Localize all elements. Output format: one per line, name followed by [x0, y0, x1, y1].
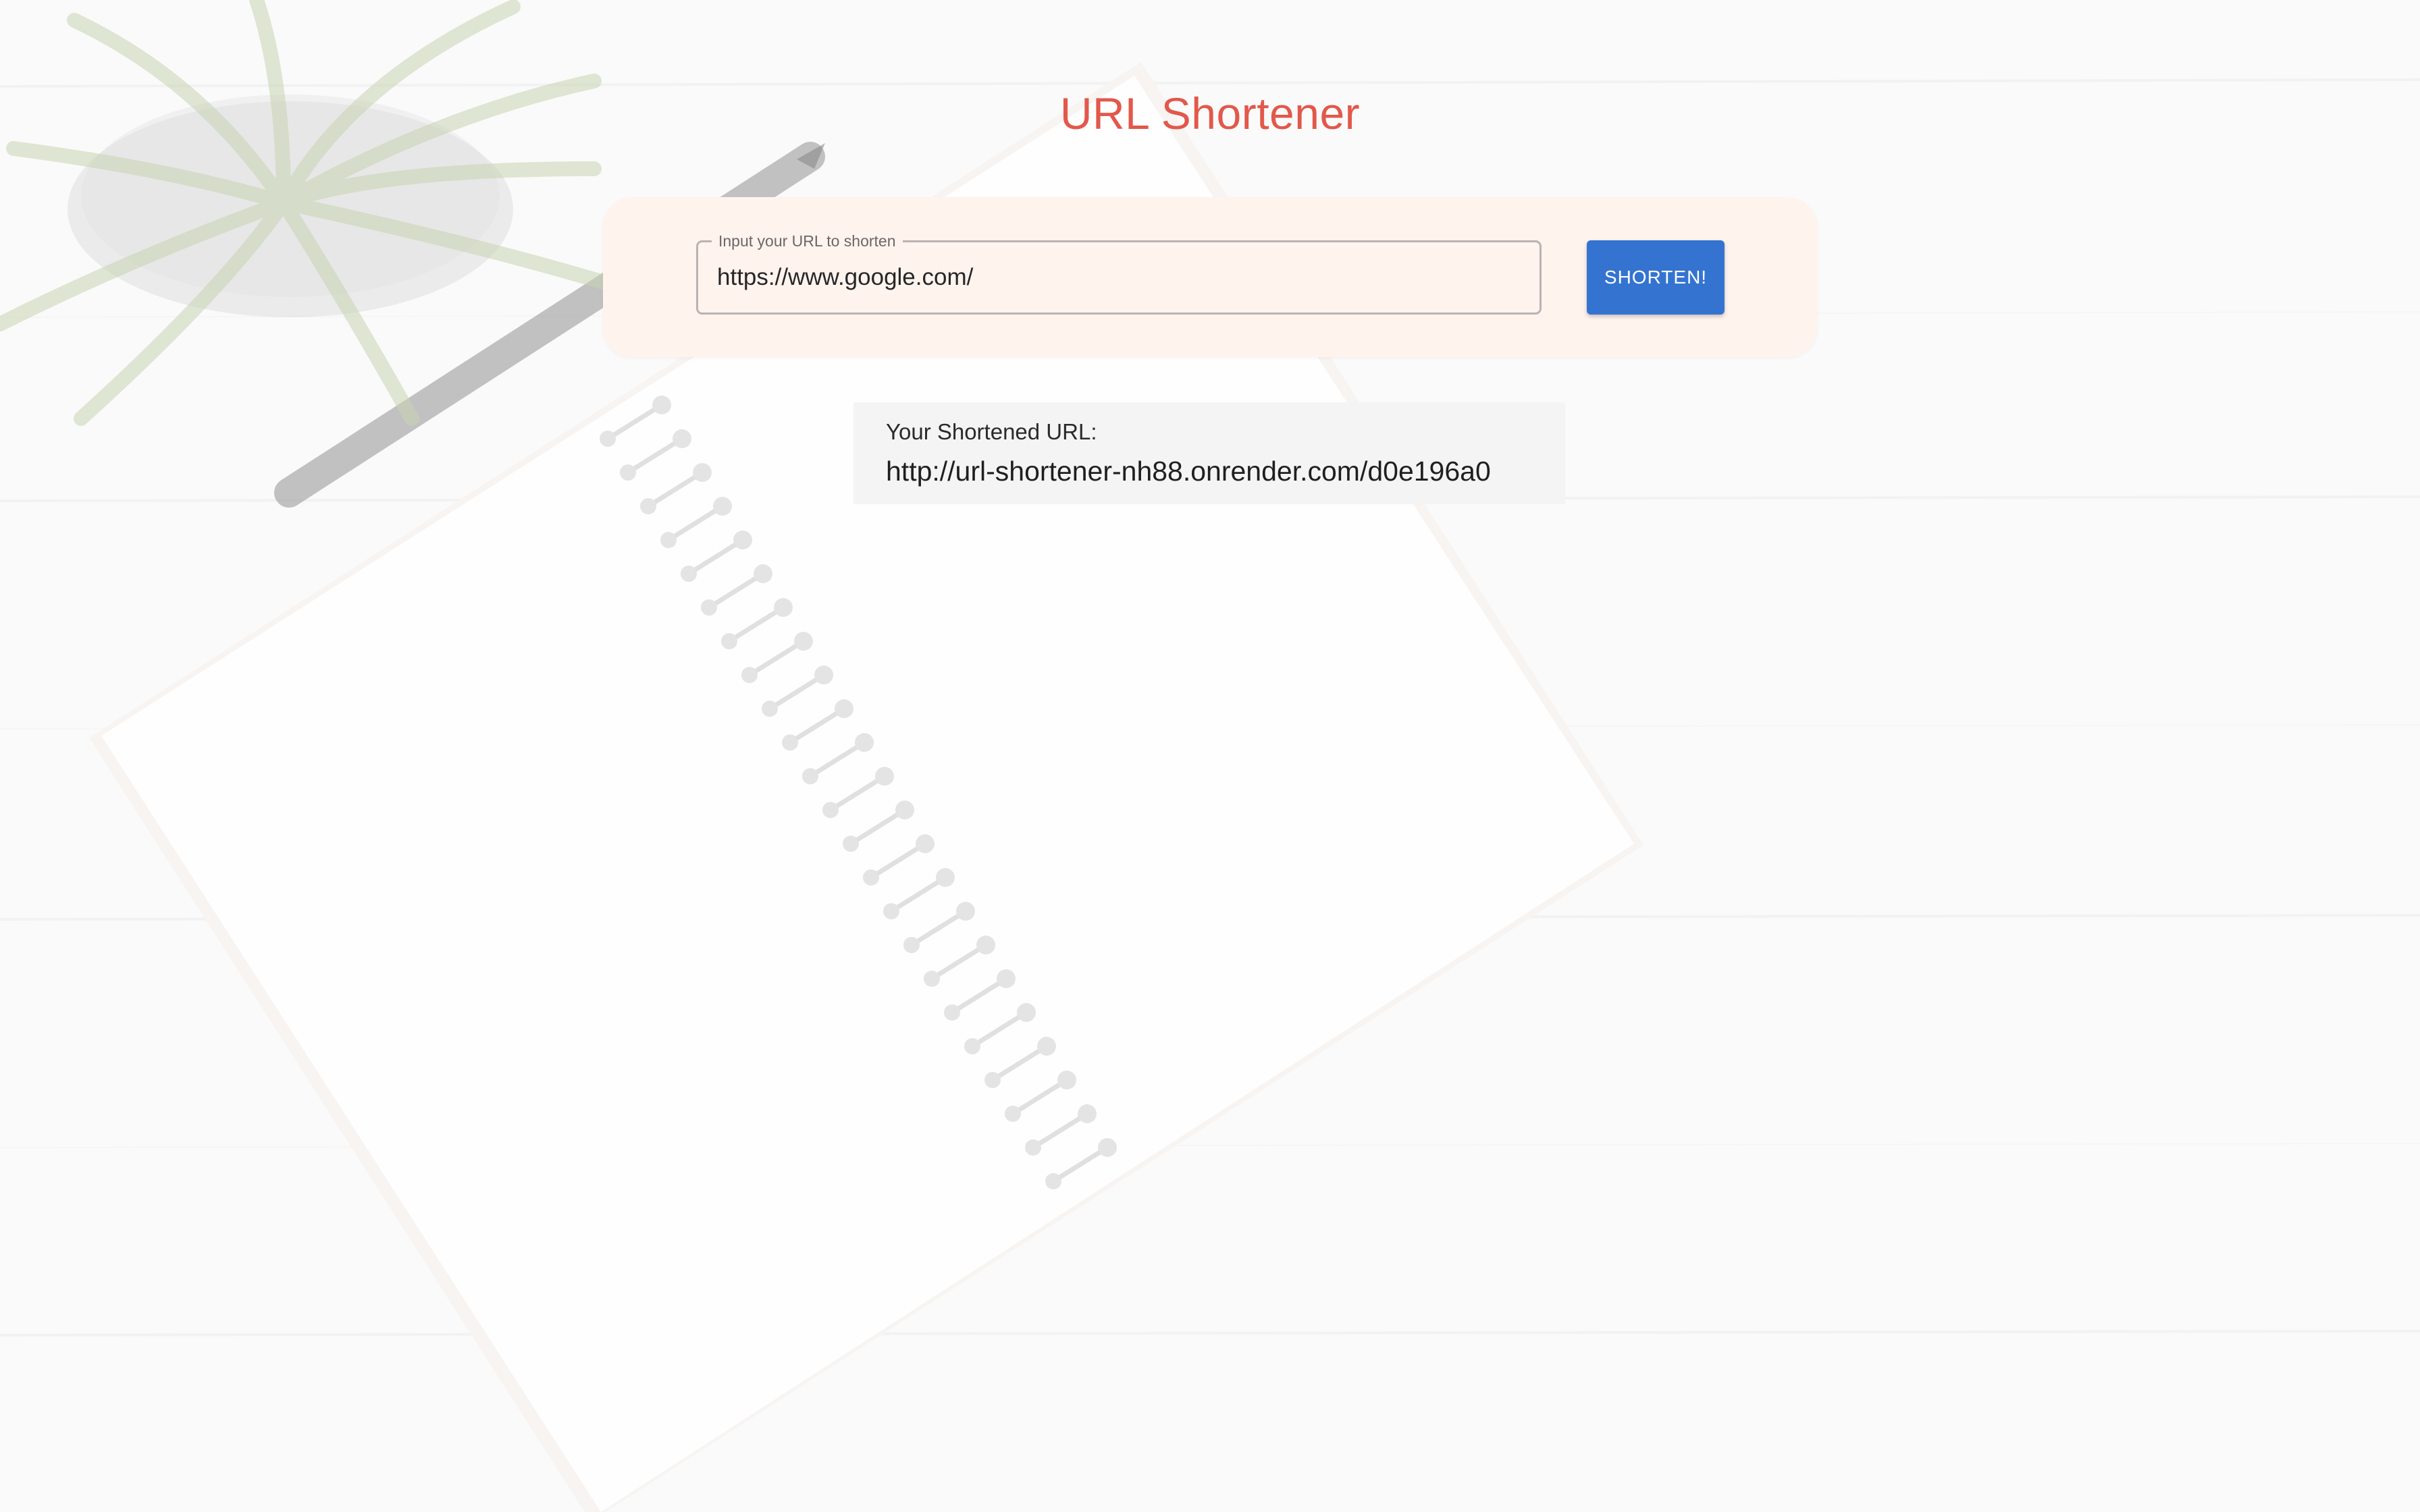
page-title: URL Shortener — [1059, 88, 1361, 138]
url-input-field[interactable]: Input your URL to shorten — [696, 231, 1542, 315]
shorten-button[interactable]: SHORTEN! — [1587, 240, 1725, 315]
result-label: Your Shortened URL: — [886, 419, 1097, 444]
url-form-card: Input your URL to shorten SHORTEN! — [603, 197, 1817, 357]
shortened-url-link[interactable]: http://url-shortener-nh88.onrender.com/d… — [886, 456, 1491, 487]
result-card: Your Shortened URL: http://url-shortener… — [853, 402, 1565, 504]
url-input[interactable] — [698, 242, 1540, 313]
